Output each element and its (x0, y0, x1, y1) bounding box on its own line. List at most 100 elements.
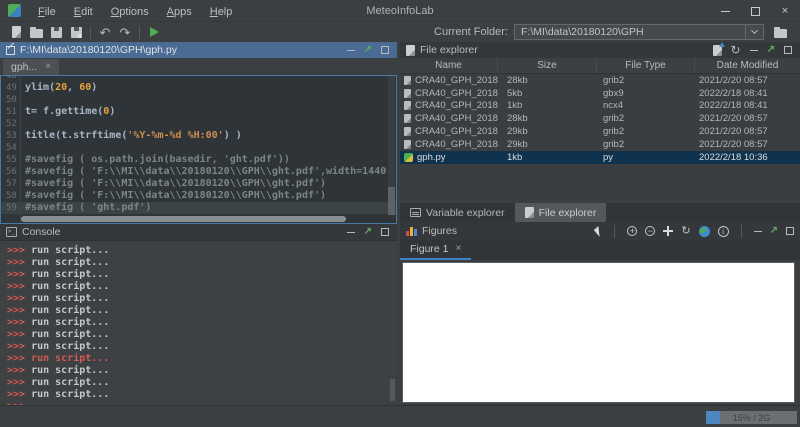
select-cursor-icon[interactable] (594, 226, 604, 237)
figures-panel: Figures + − ↻ i ↗ Figure 1 × (400, 222, 800, 405)
tab-figure-1[interactable]: Figure 1 × (400, 240, 471, 260)
code-line-48[interactable]: 48 (1, 75, 396, 82)
file-row-gph.py[interactable]: gph.py1kbpy2022/2/18 10:36 (400, 151, 800, 164)
code-line-52[interactable]: 52 (1, 118, 396, 130)
save-button[interactable] (46, 23, 66, 41)
panel-maximize-icon[interactable] (784, 46, 792, 54)
zoom-out-icon[interactable]: − (645, 226, 655, 236)
column-header-name[interactable]: Name (400, 58, 498, 73)
console-panel-controls: ↗ (347, 227, 391, 237)
zoom-in-icon[interactable]: + (627, 226, 637, 236)
menu-apps[interactable]: Apps (158, 6, 201, 18)
file-row-CRA40_GPH_2018012...[interactable]: CRA40_GPH_2018012...28kbgrib22021/2/20 0… (400, 112, 800, 125)
code-line-49[interactable]: 49ylim(20, 60) (1, 82, 396, 94)
save-as-button[interactable] (66, 23, 86, 41)
file-explorer-title-bar: File explorer ↻ ↗ (400, 42, 800, 58)
tab-close-icon[interactable]: × (45, 62, 51, 72)
browse-folder-button[interactable] (770, 23, 790, 41)
line-number: 59 (1, 202, 21, 214)
add-file-icon[interactable] (713, 45, 722, 56)
code-text: #savefig ( 'F:\\MI\\data\\20180120\\GPH\… (21, 178, 326, 190)
file-row-CRA40_GPH_2018012...[interactable]: CRA40_GPH_2018012...28kbgrib22021/2/20 0… (400, 74, 800, 87)
figure-canvas[interactable] (402, 262, 795, 403)
panel-float-icon[interactable]: ↗ (364, 227, 372, 237)
console-line: >>> run script... (7, 353, 397, 365)
code-line-53[interactable]: 53title(t.strftime('%Y-%m-%d %H:00') ) (1, 130, 396, 142)
console-line: >>> run script... (7, 293, 397, 305)
edit-file-icon (6, 46, 15, 55)
app-logo-icon (8, 4, 21, 17)
file-size: 28kb (498, 113, 597, 124)
info-icon[interactable]: i (718, 226, 729, 237)
panel-maximize-icon[interactable] (381, 46, 389, 54)
combobox-dropdown-button[interactable] (745, 25, 763, 39)
current-folder-combobox[interactable]: F:\MI\data\20180120\GPH (514, 24, 764, 40)
file-type: grib2 (597, 139, 695, 150)
tab-variable-explorer[interactable]: Variable explorer (400, 203, 515, 222)
file-size: 1kb (498, 100, 597, 111)
panel-minimize-icon[interactable] (347, 50, 355, 51)
file-icon (404, 127, 411, 136)
console-output[interactable]: >>> run script...>>> run script...>>> ru… (0, 241, 397, 405)
panel-minimize-icon[interactable] (754, 231, 762, 232)
console-line: >>> run script... (7, 245, 397, 257)
panel-maximize-icon[interactable] (786, 227, 794, 235)
undo-button[interactable]: ↶ (95, 23, 115, 41)
editor-vertical-scrollbar[interactable] (388, 76, 395, 215)
refresh-icon[interactable]: ↻ (731, 44, 741, 56)
code-line-58[interactable]: 58#savefig ( 'F:\\MI\\data\\20180120\\GP… (1, 190, 396, 202)
file-row-CRA40_GPH_2018012...[interactable]: CRA40_GPH_2018012...1kbncx42022/2/18 08:… (400, 100, 800, 113)
code-editor[interactable]: 4849ylim(20, 60)5051t= f.gettime(0)5253t… (0, 75, 397, 224)
column-header-size[interactable]: Size (498, 58, 597, 73)
file-explorer-icon (406, 45, 415, 56)
tab-file-explorer[interactable]: File explorer (515, 203, 607, 222)
code-line-56[interactable]: 56#savefig ( 'F:\\MI\\data\\20180120\\GP… (1, 166, 396, 178)
panel-float-icon[interactable]: ↗ (767, 45, 775, 55)
panel-float-icon[interactable]: ↗ (770, 226, 778, 236)
panel-minimize-icon[interactable] (347, 232, 355, 233)
folder-icon (774, 29, 787, 38)
panel-float-icon[interactable]: ↗ (364, 45, 372, 55)
editor-tab-gph[interactable]: gph... × (3, 59, 59, 75)
column-header-filetype[interactable]: File Type (597, 58, 695, 73)
panel-minimize-icon[interactable] (750, 50, 758, 51)
code-line-50[interactable]: 50 (1, 94, 396, 106)
console-line: >>> run script... (7, 305, 397, 317)
code-text: #savefig ( 'F:\\MI\\data\\20180120\\GPH\… (21, 166, 396, 178)
tab-close-icon[interactable]: × (456, 244, 462, 254)
scrollbar-thumb[interactable] (388, 187, 395, 215)
editor-title-bar: F:\MI\data\20180120\GPH\gph.py ↗ (0, 42, 397, 58)
pan-hand-icon[interactable] (663, 226, 673, 236)
column-header-date[interactable]: Date Modified (695, 58, 800, 73)
editor-horizontal-scrollbar[interactable] (21, 216, 346, 222)
open-folder-icon (30, 29, 43, 38)
window-maximize-button[interactable] (740, 0, 770, 22)
file-row-CRA40_GPH_2018012...[interactable]: CRA40_GPH_2018012...29kbgrib22021/2/20 0… (400, 125, 800, 138)
new-file-button[interactable] (6, 23, 26, 41)
code-line-51[interactable]: 51t= f.gettime(0) (1, 106, 396, 118)
console-scrollbar-thumb[interactable] (390, 379, 395, 401)
menu-edit[interactable]: Edit (65, 6, 102, 18)
file-explorer-title: File explorer (420, 44, 478, 56)
code-line-54[interactable]: 54 (1, 142, 396, 154)
window-minimize-button[interactable] (710, 0, 740, 22)
globe-icon[interactable] (699, 226, 710, 237)
menu-file[interactable]: File (29, 6, 65, 18)
run-script-button[interactable] (144, 23, 164, 41)
code-line-55[interactable]: 55#savefig ( os.path.join(basedir, 'ght.… (1, 154, 396, 166)
file-row-CRA40_GPH_2018012...[interactable]: CRA40_GPH_2018012...29kbgrib22021/2/20 0… (400, 138, 800, 151)
file-name: CRA40_GPH_2018012... (415, 100, 498, 111)
menu-options[interactable]: Options (102, 6, 158, 18)
redo-button[interactable]: ↷ (115, 23, 135, 41)
menu-help[interactable]: Help (201, 6, 242, 18)
file-row-CRA40_GPH_2018012...[interactable]: CRA40_GPH_2018012...5kbgbx92022/2/18 08:… (400, 87, 800, 100)
rotate-icon[interactable]: ↻ (681, 226, 690, 237)
save-as-icon (71, 27, 82, 38)
code-line-59[interactable]: 59#savefig ( 'ght.pdf') (1, 202, 396, 214)
toolbar-separator (90, 26, 91, 39)
window-close-button[interactable]: × (770, 0, 800, 22)
panel-maximize-icon[interactable] (381, 228, 389, 236)
code-line-57[interactable]: 57#savefig ( 'F:\\MI\\data\\20180120\\GP… (1, 178, 396, 190)
file-type: grib2 (597, 75, 695, 86)
open-file-button[interactable] (26, 23, 46, 41)
